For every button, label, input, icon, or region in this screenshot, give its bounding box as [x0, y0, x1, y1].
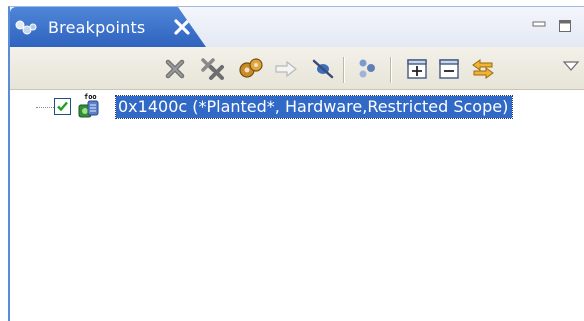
triangle-down-icon — [562, 61, 580, 71]
breakpoint-label[interactable]: 0x1400c (*Planted*, Hardware,Restricted … — [114, 95, 514, 119]
expand-all-button[interactable] — [404, 56, 430, 82]
minus-box-icon — [439, 59, 459, 79]
minimize-icon[interactable] — [532, 19, 546, 33]
view-tab-bar: Breakpoints — [10, 7, 584, 47]
show-groups-button[interactable] — [354, 56, 380, 82]
groups-icon — [359, 59, 375, 78]
breakpoint-enabled-checkbox[interactable] — [54, 98, 71, 115]
breakpoints-tree: foo 0x1400c (*Planted*, Hardware,Restric… — [10, 90, 584, 321]
checkmark-icon — [57, 101, 68, 112]
show-supported-breakpoints-button[interactable] — [238, 56, 264, 82]
plus-box-icon — [407, 59, 427, 79]
breakpoints-view-icon — [15, 20, 37, 35]
link-with-debug-view-button[interactable] — [470, 56, 496, 82]
remove-breakpoint-button[interactable] — [162, 56, 188, 82]
arrow-right-icon — [275, 60, 297, 78]
skip-breakpoint-icon — [312, 59, 334, 79]
gears-icon — [239, 58, 263, 78]
tab-breakpoints[interactable]: Breakpoints — [10, 7, 206, 47]
x-icon — [165, 59, 185, 79]
link-arrows-icon — [472, 59, 494, 79]
maximize-icon[interactable] — [558, 19, 572, 33]
view-toolbar — [10, 47, 584, 90]
go-to-file-button[interactable] — [274, 56, 300, 82]
tree-connector — [36, 107, 56, 109]
tab-title: Breakpoints — [48, 18, 146, 37]
view-menu-button[interactable] — [558, 53, 584, 79]
svg-text:foo: foo — [84, 93, 97, 101]
double-x-icon — [201, 58, 224, 80]
hardware-breakpoint-icon: foo — [78, 93, 99, 118]
list-item[interactable]: foo 0x1400c (*Planted*, Hardware,Restric… — [10, 93, 584, 120]
collapse-all-button[interactable] — [436, 56, 462, 82]
breakpoints-view: Breakpoints foo 0x1400c (*Planted*, Hard… — [8, 6, 584, 321]
skip-all-breakpoints-button[interactable] — [310, 56, 336, 82]
toolbar-separator — [390, 57, 392, 83]
remove-all-breakpoints-button[interactable] — [200, 56, 226, 82]
toolbar-separator — [343, 57, 345, 83]
close-icon[interactable] — [172, 17, 192, 37]
